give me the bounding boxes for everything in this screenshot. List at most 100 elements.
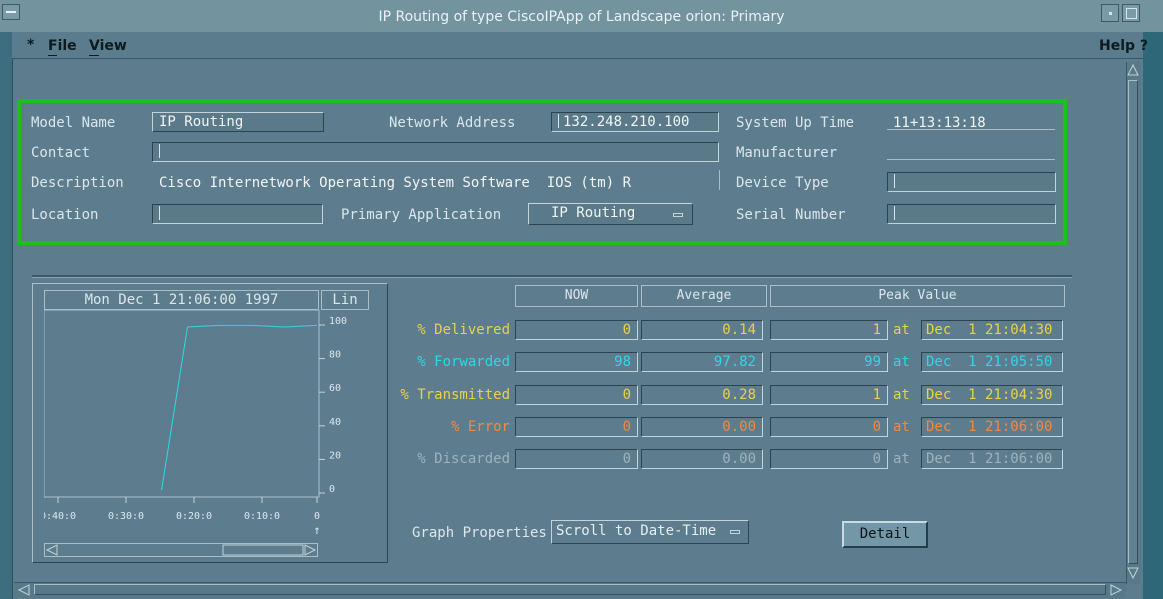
at-label: at — [893, 387, 910, 403]
text-cursor-icon — [558, 114, 559, 128]
x-tick-label: 0:40:0 — [44, 511, 76, 522]
serial-number-field[interactable] — [887, 204, 1056, 224]
y-tick-label: 80 — [329, 350, 341, 361]
plot-area — [44, 310, 320, 498]
vertical-scroll-thumb[interactable] — [1128, 80, 1138, 564]
graph-properties-value: Scroll to Date-Time — [556, 523, 717, 539]
peak-value: 0 — [770, 417, 888, 437]
y-axis: 100 80 60 40 20 0 — [319, 316, 347, 495]
primary-application-label: Primary Application — [341, 207, 502, 223]
minimize-icon — [1109, 12, 1112, 15]
peak-time: Dec 1 21:04:30 — [921, 385, 1063, 405]
x-tick-label: 0:30:0 — [108, 511, 144, 522]
average-value: 97.82 — [641, 352, 763, 372]
y-tick-label: 40 — [329, 417, 341, 428]
manufacturer-label: Manufacturer — [736, 145, 838, 161]
x-axis: 0:40:0 0:30:0 0:20:0 0:10:0 0↑ — [44, 497, 321, 537]
at-label: at — [893, 419, 910, 435]
peak-value: 99 — [770, 352, 888, 372]
graph-date-label: Mon Dec 1 21:06:00 1997 — [44, 290, 319, 310]
contact-field[interactable] — [152, 142, 719, 162]
device-type-field[interactable] — [887, 172, 1056, 192]
text-cursor-icon — [894, 174, 895, 188]
option-menu-indicator-icon — [730, 530, 740, 534]
stat-row-label: % Transmitted — [400, 387, 510, 403]
stat-row-label: % Error — [450, 419, 510, 435]
location-field[interactable] — [152, 204, 323, 224]
graph-properties-select[interactable]: Scroll to Date-Time — [551, 520, 749, 544]
average-column-header: Average — [641, 285, 767, 307]
graph-scroll-thumb[interactable] — [222, 544, 304, 556]
contact-label: Contact — [31, 145, 91, 161]
now-value: 98 — [515, 352, 638, 372]
at-label: at — [893, 451, 910, 467]
graph-scale-button[interactable]: Lin — [321, 290, 369, 310]
text-cursor-icon — [894, 206, 895, 220]
graph-scroll-left-icon[interactable] — [45, 544, 58, 556]
at-label: at — [893, 322, 910, 338]
scroll-left-arrow-icon[interactable] — [16, 583, 32, 597]
menu-file-mnemonic — [48, 55, 57, 56]
graph-properties-label: Graph Properties — [412, 525, 547, 541]
y-tick-label: 100 — [329, 316, 347, 327]
device-type-label: Device Type — [736, 175, 829, 191]
average-value: 0.00 — [641, 417, 763, 437]
detail-button[interactable]: Detail — [842, 521, 928, 548]
text-cursor-icon — [159, 206, 160, 220]
menu-help[interactable]: Help ? — [1099, 38, 1148, 54]
manufacturer-underline — [887, 159, 1055, 160]
primary-application-select[interactable]: IP Routing — [528, 203, 693, 225]
minimize-button[interactable] — [1101, 4, 1119, 22]
scroll-right-arrow-icon[interactable] — [1108, 583, 1124, 597]
stat-row-label: % Delivered — [417, 322, 510, 338]
x-tick-label: 0 — [314, 511, 320, 522]
maximize-button[interactable] — [1122, 4, 1140, 22]
graph-scroll-right-icon[interactable] — [304, 544, 317, 556]
menu-bar — [12, 32, 1143, 59]
x-tick-label: 0:20:0 — [176, 511, 212, 522]
option-menu-indicator-icon — [673, 213, 683, 217]
now-value: 0 — [515, 320, 638, 340]
now-value: 0 — [515, 385, 638, 405]
system-up-time-underline — [887, 129, 1055, 130]
peak-time: Dec 1 21:06:00 — [921, 449, 1063, 469]
scroll-down-arrow-icon[interactable] — [1126, 565, 1140, 581]
serial-number-label: Serial Number — [736, 207, 846, 223]
peak-time: Dec 1 21:06:00 — [921, 417, 1063, 437]
peak-time: Dec 1 21:04:30 — [921, 320, 1063, 340]
now-value: 0 — [515, 449, 638, 469]
window-left-border — [0, 32, 13, 599]
line-chart: 100806040200 0:40:00:30:00:20:00:10:00↑ — [44, 310, 347, 537]
menu-modified-marker: * — [27, 37, 35, 53]
description-field-edge — [719, 170, 720, 190]
y-tick-label: 20 — [329, 450, 341, 461]
now-column-header: NOW — [515, 285, 638, 307]
horizontal-scroll-thumb[interactable] — [34, 584, 1106, 595]
x-tick-label: 0:10:0 — [244, 511, 280, 522]
network-address-field[interactable]: 132.248.210.100 — [551, 112, 719, 132]
average-value: 0.28 — [641, 385, 763, 405]
peak-value: 0 — [770, 449, 888, 469]
stat-row-label: % Forwarded — [417, 354, 510, 370]
primary-application-value: IP Routing — [551, 205, 636, 221]
description-value: Cisco Internetwork Operating System Soft… — [159, 175, 632, 191]
peak-value-column-header: Peak Value — [770, 285, 1065, 307]
stat-row-label: % Discarded — [417, 451, 510, 467]
system-up-time-label: System Up Time — [736, 115, 855, 131]
peak-value: 1 — [770, 385, 888, 405]
at-label: at — [893, 354, 910, 370]
graph-time-scrollbar[interactable] — [44, 543, 318, 557]
peak-time: Dec 1 21:05:50 — [921, 352, 1063, 372]
now-marker-icon: ↑ — [313, 523, 320, 537]
network-address-value: 132.248.210.100 — [563, 114, 690, 130]
menu-file[interactable]: File — [48, 38, 77, 54]
location-label: Location — [31, 207, 99, 223]
maximize-icon — [1126, 8, 1137, 19]
scroll-up-arrow-icon[interactable] — [1126, 62, 1140, 78]
menu-view[interactable]: View — [89, 38, 127, 54]
average-value: 0.00 — [641, 449, 763, 469]
peak-value: 1 — [770, 320, 888, 340]
menu-view-mnemonic — [89, 55, 99, 56]
model-name-field[interactable]: IP Routing — [152, 112, 324, 132]
model-name-label: Model Name — [31, 115, 116, 131]
